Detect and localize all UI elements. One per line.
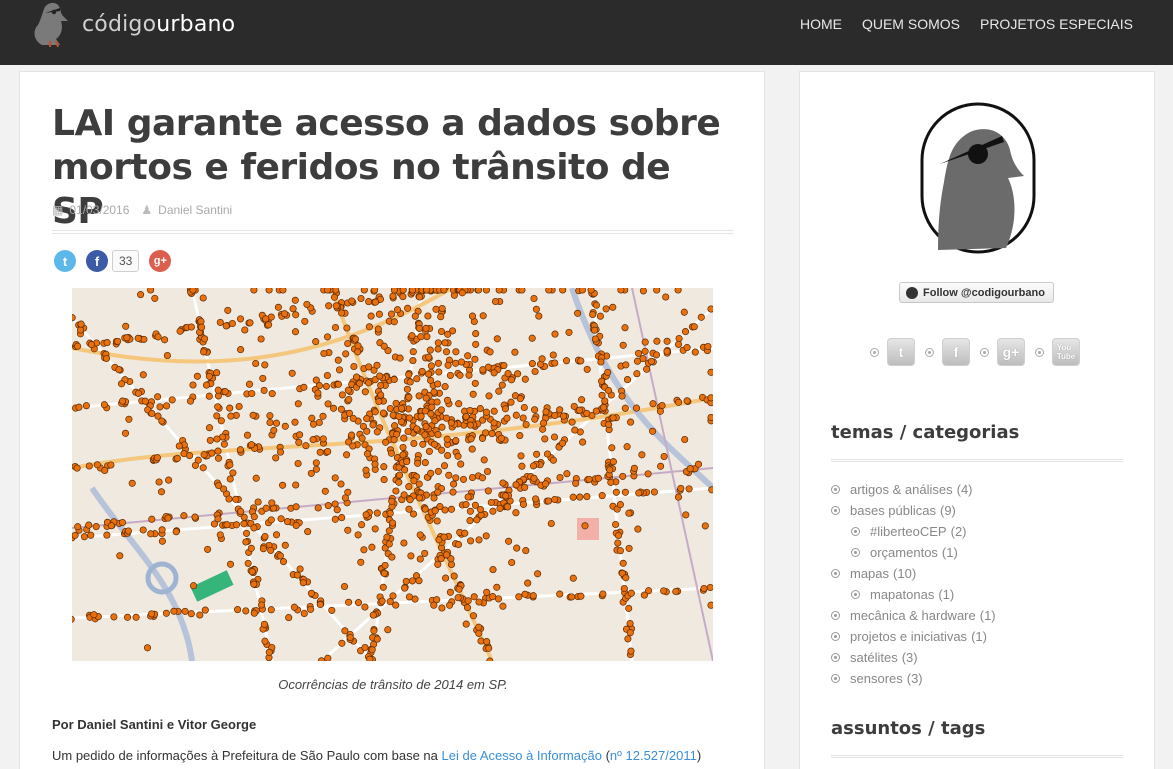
tags-title: assuntos / tags (831, 718, 986, 739)
tags-divider (831, 755, 1123, 758)
bullet-icon (831, 674, 840, 683)
nav-projetos-especiais[interactable]: PROJETOS ESPECIAIS (980, 16, 1133, 32)
twitter-icon[interactable]: t (887, 338, 915, 366)
category-link[interactable]: mapatonas (870, 584, 934, 605)
nav-home[interactable]: HOME (800, 16, 842, 32)
category-item[interactable]: projetos e iniciativas (1) (831, 626, 996, 647)
category-item[interactable]: orçamentos (1) (831, 542, 996, 563)
site-logo[interactable]: códigourbano (30, 0, 235, 48)
facebook-icon[interactable]: f (942, 338, 970, 366)
traffic-map-image[interactable] (72, 288, 713, 661)
bullet-icon (980, 347, 989, 357)
nav-quem-somos[interactable]: QUEM SOMOS (862, 16, 960, 32)
category-link[interactable]: projetos e iniciativas (850, 626, 967, 647)
bullet-icon (831, 632, 840, 641)
youtube-icon[interactable]: You Tube (1052, 338, 1080, 366)
googleplus-share-icon[interactable]: g+ (149, 250, 172, 272)
category-link[interactable]: mapas (850, 563, 889, 584)
category-item[interactable]: satélites (3) (831, 647, 996, 668)
bullet-icon (831, 506, 840, 515)
site-name: códigourbano (82, 11, 236, 37)
bullet-icon (851, 548, 860, 557)
category-item[interactable]: mecânica & hardware (1) (831, 605, 996, 626)
googleplus-icon[interactable]: g+ (997, 338, 1025, 366)
map-graphic (72, 288, 713, 661)
para-text-2: ( (601, 748, 610, 763)
category-count: (3) (906, 671, 923, 686)
pigeon-logo-icon (34, 2, 68, 47)
main-nav: HOME QUEM SOMOS PROJETOS ESPECIAIS (800, 16, 1133, 32)
post-meta: ▦ 01/03/2016 ♟ Daniel Santini (52, 203, 232, 217)
facebook-share-icon[interactable]: f (86, 250, 108, 272)
calendar-icon: ▦ (52, 203, 64, 217)
category-count: (9) (940, 503, 956, 518)
sidebar: Follow @codigourbano t f g+ You Tube tema… (799, 71, 1155, 769)
twitter-share-icon[interactable]: t (54, 250, 76, 272)
category-count: (1) (979, 608, 996, 623)
social-links: t f g+ You Tube (870, 338, 1090, 366)
post-author[interactable]: Daniel Santini (158, 203, 232, 217)
category-link[interactable]: artigos & análises (850, 479, 953, 500)
category-link[interactable]: orçamentos (870, 542, 938, 563)
para-text: Um pedido de informações à Prefeitura de… (52, 748, 442, 763)
lai-link[interactable]: Lei de Acesso à Informação (442, 748, 602, 763)
category-item[interactable]: bases públicas (9) (831, 500, 996, 521)
categories-divider (831, 459, 1123, 462)
share-bar: t f 33 g+ (54, 250, 172, 272)
category-item[interactable]: mapatonas (1) (831, 584, 996, 605)
pirate-pigeon-avatar (920, 102, 1036, 258)
top-navbar: códigourbano HOME QUEM SOMOS PROJETOS ES… (0, 0, 1173, 65)
category-link[interactable]: mecânica & hardware (850, 605, 976, 626)
category-count: (1) (941, 545, 958, 560)
law-number-link[interactable]: nº 12.527/2011 (610, 748, 697, 763)
post-paragraph: Um pedido de informações à Prefeitura de… (52, 748, 742, 763)
category-item[interactable]: #liberteoCEP (2) (831, 521, 996, 542)
user-icon: ♟ (141, 203, 153, 217)
github-follow-button[interactable]: Follow @codigourbano (899, 282, 1054, 303)
category-count: (3) (901, 650, 918, 665)
category-item[interactable]: artigos & análises (4) (831, 479, 996, 500)
post-date[interactable]: 01/03/2016 (69, 203, 129, 217)
bullet-icon (851, 590, 860, 599)
bullet-icon (925, 347, 934, 357)
article-card: LAI garante acesso a dados sobre mortos … (19, 71, 765, 769)
category-count: (2) (950, 524, 967, 539)
bullet-icon (1035, 347, 1044, 357)
category-item[interactable]: sensores (3) (831, 668, 996, 689)
category-count: (4) (956, 482, 973, 497)
category-count: (1) (971, 629, 987, 644)
map-caption: Ocorrências de trânsito de 2014 em SP. (278, 677, 508, 692)
follow-label: Follow @codigourbano (923, 286, 1045, 299)
category-link[interactable]: #liberteoCEP (870, 521, 947, 542)
category-count: (10) (893, 566, 917, 581)
category-link[interactable]: satélites (850, 647, 898, 668)
category-item[interactable]: mapas (10) (831, 563, 996, 584)
github-icon (906, 286, 918, 299)
bullet-icon (851, 527, 860, 536)
bullet-icon (831, 485, 840, 494)
bullet-icon (831, 569, 840, 578)
post-byline: Por Daniel Santini e Vitor George (52, 717, 257, 732)
category-link[interactable]: sensores (850, 668, 903, 689)
bullet-icon (831, 653, 840, 662)
bullet-icon (831, 611, 840, 620)
para-text-3: ) (696, 748, 702, 763)
share-count: 33 (112, 250, 140, 272)
meta-divider (52, 230, 734, 234)
categories-list: artigos & análises (4) bases públicas (9) #l… (831, 479, 996, 689)
category-link[interactable]: bases públicas (850, 500, 936, 521)
categories-title: temas / categorias (831, 422, 1020, 443)
category-count: (1) (938, 587, 955, 602)
bullet-icon (870, 347, 879, 357)
